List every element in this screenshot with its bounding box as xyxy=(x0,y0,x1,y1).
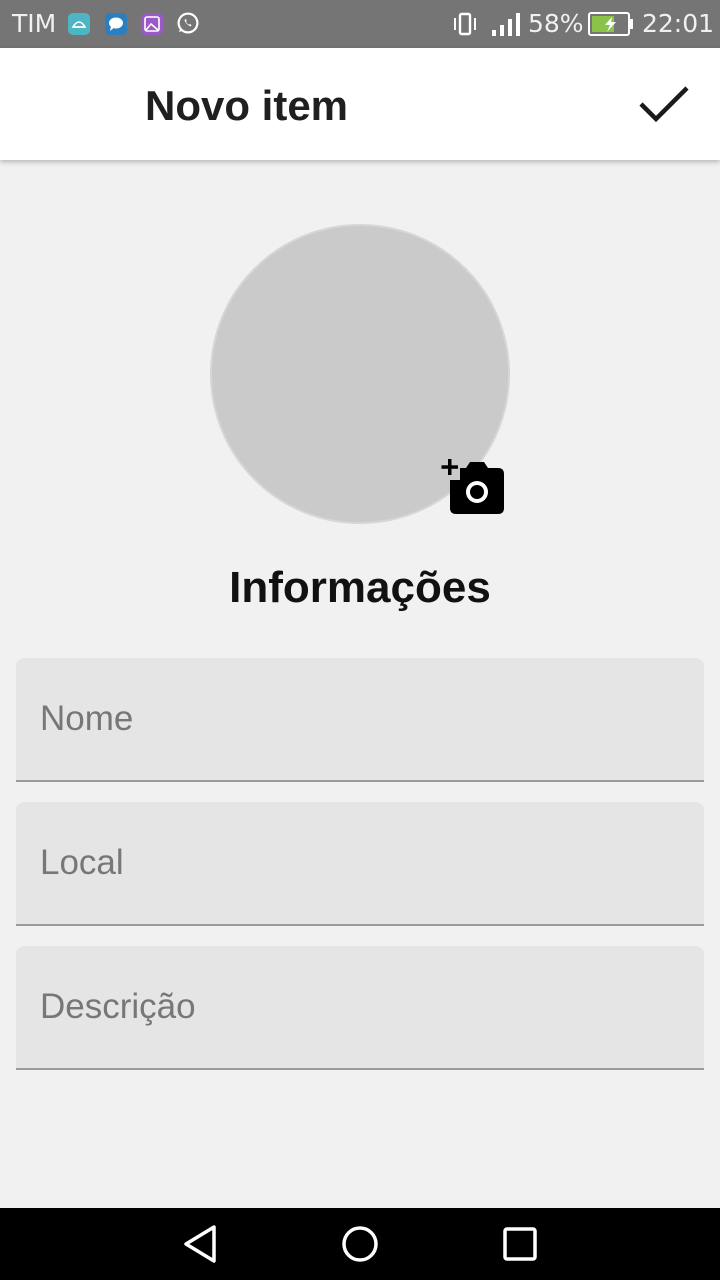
android-icon xyxy=(68,13,90,35)
back-button[interactable] xyxy=(176,1222,224,1266)
add-photo-button[interactable] xyxy=(440,456,506,516)
add-photo-camera-icon xyxy=(441,459,504,514)
page-title: Novo item xyxy=(145,82,349,129)
app-bar: Novo item xyxy=(0,48,720,160)
home-icon xyxy=(342,1226,378,1262)
vibrate-icon xyxy=(452,12,478,40)
status-bar: TIM 58% 22:01 xyxy=(0,0,720,48)
navigation-bar xyxy=(0,1208,720,1280)
recents-button[interactable] xyxy=(496,1222,544,1266)
carrier-name: TIM xyxy=(12,9,57,38)
gallery-icon xyxy=(141,13,163,35)
description-field[interactable] xyxy=(16,946,704,1070)
confirm-button[interactable] xyxy=(628,74,700,134)
clock: 22:01 xyxy=(642,9,715,38)
message-icon xyxy=(105,13,127,35)
back-icon xyxy=(184,1225,216,1263)
recents-icon xyxy=(503,1227,537,1261)
location-field[interactable] xyxy=(16,802,704,926)
check-icon xyxy=(639,86,689,123)
whatsapp-icon xyxy=(176,11,200,35)
description-input[interactable] xyxy=(16,946,704,1068)
name-field[interactable] xyxy=(16,658,704,782)
home-button[interactable] xyxy=(336,1222,384,1266)
name-input[interactable] xyxy=(16,658,704,780)
location-input[interactable] xyxy=(16,802,704,924)
battery-percent: 58% xyxy=(528,9,584,38)
section-title: Informações xyxy=(229,563,491,612)
battery-charging-icon xyxy=(588,12,634,40)
signal-icon xyxy=(491,12,523,42)
